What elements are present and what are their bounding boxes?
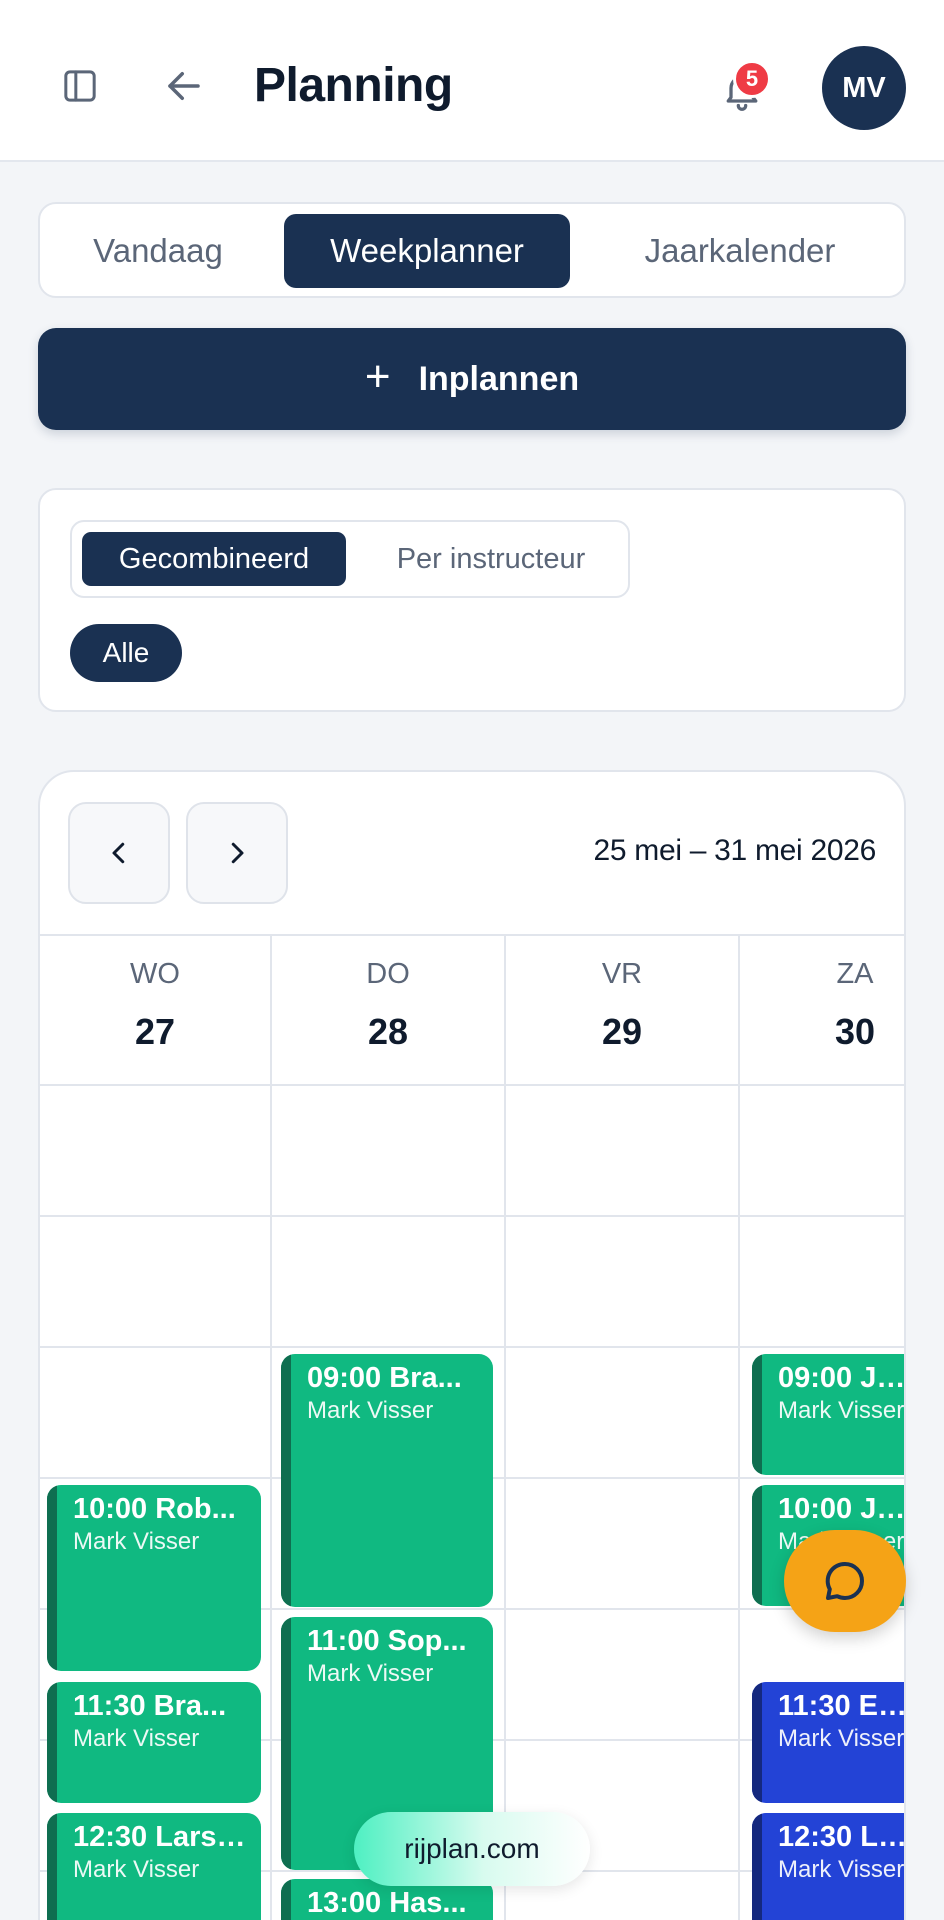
lesson-event[interactable]: 12:30 Lars Mark Visser <box>752 1813 906 1920</box>
view-combined-option[interactable]: Gecombineerd <box>82 532 346 586</box>
page-title: Planning <box>254 59 453 112</box>
grid-divider <box>40 1346 904 1348</box>
event-title: 09:00 Jan <box>778 1362 906 1394</box>
event-instructor: Mark Visser <box>73 1725 200 1752</box>
day-header-za: ZA 30 <box>740 936 904 1084</box>
event-instructor: Mark Visser <box>73 1856 200 1883</box>
view-mode-toggle: Gecombineerd Per instructeur <box>70 520 630 598</box>
day-header-wo: WO 27 <box>40 936 270 1084</box>
lesson-event[interactable]: 10:00 Rob... Mark Visser <box>47 1485 261 1671</box>
day-name: DO <box>366 958 410 990</box>
view-tabs: Vandaag Weekplanner Jaarkalender <box>38 202 906 298</box>
day-name: WO <box>130 958 180 990</box>
plan-button-label: Inplannen <box>418 359 580 398</box>
tab-vandaag[interactable]: Vandaag <box>52 214 264 288</box>
day-number: 30 <box>834 1011 876 1052</box>
week-range-label: 25 mei – 31 mei 2026 <box>593 834 876 867</box>
plus-icon: + <box>364 352 391 401</box>
chat-bubble-icon <box>825 1561 864 1600</box>
event-title: 11:00 Sop... <box>307 1625 467 1657</box>
chat-button[interactable] <box>784 1530 906 1632</box>
event-instructor: Mark Visser <box>778 1725 905 1752</box>
day-number: 29 <box>601 1011 643 1052</box>
lesson-event[interactable]: 09:00 Jan Mark Visser <box>752 1354 906 1475</box>
event-title: 10:00 Juli <box>778 1493 906 1525</box>
event-instructor: Mark Visser <box>307 1660 434 1687</box>
lesson-event[interactable]: 12:30 Lars ... Mark Visser <box>47 1813 261 1920</box>
next-week-button[interactable] <box>186 802 288 904</box>
tab-weekplanner[interactable]: Weekplanner <box>284 214 570 288</box>
day-header-vr: VR 29 <box>506 936 738 1084</box>
lesson-event[interactable]: 09:00 Bra... Mark Visser <box>281 1354 493 1607</box>
day-header-do: DO 28 <box>272 936 504 1084</box>
event-title: 11:30 Emm <box>778 1690 904 1722</box>
calendar-grid: WO 27 DO 28 VR 29 ZA 30 09:00 Bra... Mar… <box>40 934 906 1920</box>
event-instructor: Mark Visser <box>73 1528 200 1555</box>
plan-lesson-button[interactable]: + Inplannen <box>38 328 906 430</box>
sidebar-toggle-icon[interactable] <box>56 62 104 110</box>
arrow-left-icon[interactable] <box>160 62 208 110</box>
notification-badge: 5 <box>733 60 771 98</box>
day-number: 28 <box>367 1011 409 1052</box>
event-instructor: Mark Visser <box>778 1856 905 1883</box>
day-number: 27 <box>134 1011 176 1052</box>
brand-link[interactable]: rijplan.com <box>354 1812 590 1886</box>
event-title: 09:00 Bra... <box>307 1362 462 1394</box>
view-per-instructor-option[interactable]: Per instructeur <box>362 532 620 586</box>
chevron-right-icon <box>231 842 244 864</box>
filter-chip-all[interactable]: Alle <box>70 624 182 682</box>
avatar[interactable]: MV <box>822 46 906 130</box>
day-name: ZA <box>836 958 874 990</box>
event-title: 12:30 Lars ... <box>73 1821 247 1853</box>
grid-divider <box>40 1084 904 1086</box>
tab-jaarkalender[interactable]: Jaarkalender <box>590 214 890 288</box>
prev-week-button[interactable] <box>68 802 170 904</box>
day-name: VR <box>601 958 643 990</box>
filter-card: Gecombineerd Per instructeur Alle <box>38 488 906 712</box>
lesson-event[interactable]: 11:30 Bra... Mark Visser <box>47 1682 261 1803</box>
event-instructor: Mark Visser <box>307 1397 434 1424</box>
top-bar: Planning 5 MV <box>0 0 944 162</box>
chevron-left-icon <box>112 842 125 864</box>
event-title: 12:30 Lars <box>778 1821 906 1853</box>
lesson-event[interactable]: 11:30 Emm Mark Visser <box>752 1682 905 1803</box>
event-title: 11:30 Bra... <box>73 1690 227 1722</box>
grid-divider <box>40 1215 904 1217</box>
event-title: 10:00 Rob... <box>73 1493 236 1525</box>
event-instructor: Mark Visser <box>778 1397 905 1424</box>
week-calendar: 25 mei – 31 mei 2026 WO 27 DO 28 VR 29 Z… <box>38 770 906 1920</box>
event-title: 13:00 Has... <box>307 1887 467 1919</box>
